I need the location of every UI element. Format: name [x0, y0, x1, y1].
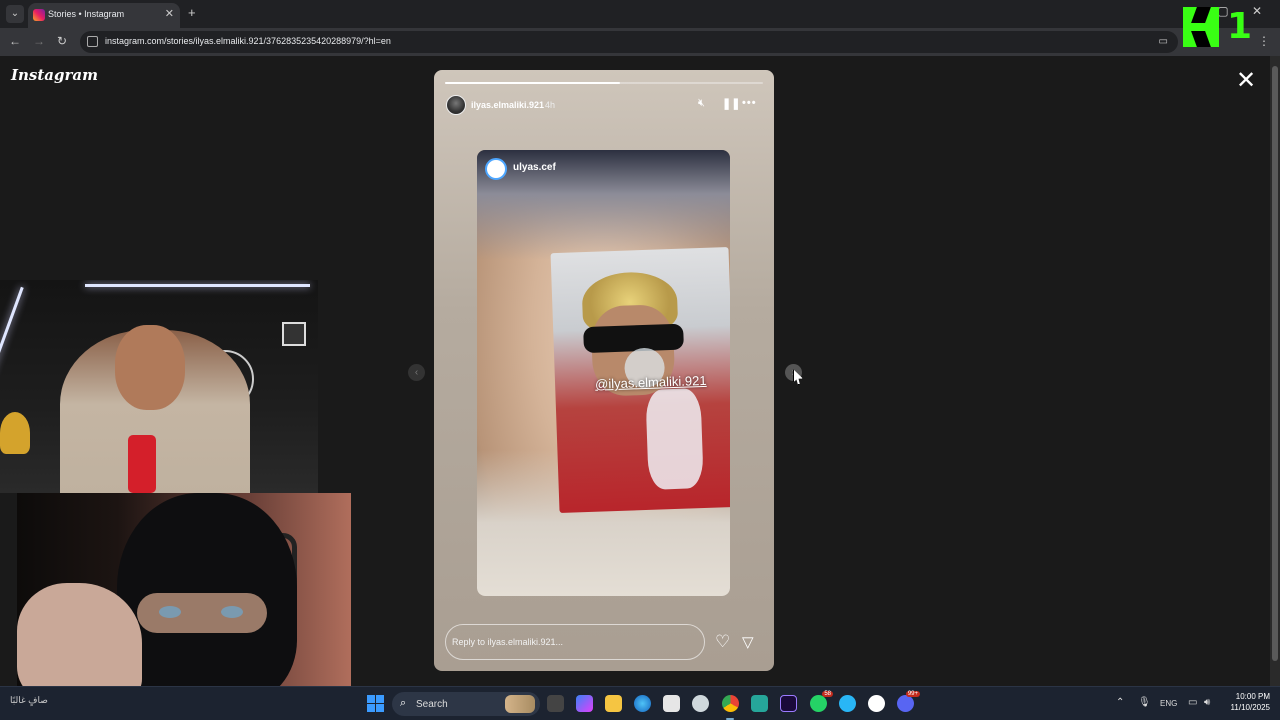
network-icon[interactable]: ▭: [1188, 697, 1197, 708]
streamer-webcam: [0, 280, 318, 493]
guest-webcam: [17, 493, 351, 703]
search-label: Search: [416, 699, 448, 710]
whatsapp-icon[interactable]: 58: [810, 691, 833, 712]
streamer-head: [115, 325, 185, 410]
more-icon[interactable]: •••: [742, 97, 757, 109]
clock-date: 11/10/2025: [1230, 703, 1270, 712]
site-info-icon[interactable]: [87, 36, 98, 47]
search-icon: ⌕: [400, 697, 407, 709]
file-explorer-icon[interactable]: [605, 695, 622, 712]
guest-eyes: [137, 593, 267, 633]
taskbar-search[interactable]: ⌕ Search: [392, 692, 540, 716]
photo-sunglasses: [583, 323, 684, 354]
mute-icon[interactable]: 🔇︎: [698, 97, 705, 110]
new-tab-button[interactable]: +: [188, 5, 196, 20]
microphone-icon[interactable]: 🎙︎: [1138, 697, 1151, 708]
reply-input[interactable]: Reply to ilyas.elmaliki.921...: [445, 624, 705, 660]
page-scrollbar[interactable]: [1270, 56, 1280, 686]
premiere-icon[interactable]: [780, 695, 797, 712]
story-author-avatar[interactable]: [446, 95, 466, 115]
k1-stream-logo: 1: [1183, 6, 1253, 47]
windows-taskbar: صافٍ غالبًا ⌕ Search 58 99+ ⌃ 🎙︎ ENG ▭ 🔊…: [0, 686, 1280, 720]
led-strip: [85, 284, 310, 287]
browser-menu-icon[interactable]: ⋮: [1258, 34, 1270, 48]
windows-start-icon[interactable]: [367, 695, 384, 712]
task-view-icon[interactable]: [547, 695, 564, 712]
right-eye: [221, 606, 243, 618]
reload-icon[interactable]: ↻: [57, 34, 67, 48]
story-card[interactable]: ilyas.elmaliki.921 4h 🔇︎ ❚❚ ••• ulyas.ce…: [434, 70, 774, 671]
photo-oxygen-bag: [645, 388, 704, 490]
browser-toolbar: ← → ↻ instagram.com/stories/ilyas.elmali…: [0, 28, 1280, 56]
close-story-icon[interactable]: ✕: [1236, 69, 1256, 93]
tab-close-icon[interactable]: ✕: [165, 7, 174, 20]
tab-instagram-stories[interactable]: Stories • Instagram ✕: [28, 3, 180, 28]
language-indicator[interactable]: ENG: [1160, 699, 1177, 708]
story-time-ago: 4h: [545, 100, 556, 110]
browser-tab-strip: ⌄ Stories • Instagram ✕ + – ▢ ✕: [0, 0, 1280, 28]
led-strip-vertical: [0, 286, 24, 392]
pause-icon[interactable]: ❚❚: [722, 97, 740, 110]
reposted-account-avatar[interactable]: [485, 158, 507, 180]
music-icon[interactable]: [868, 695, 885, 712]
edge-icon[interactable]: [634, 695, 651, 712]
k1-letter-mark: [1183, 7, 1219, 47]
discord-badge: 99+: [905, 691, 920, 697]
k1-digit: 1: [1227, 6, 1253, 47]
app-icon[interactable]: [692, 695, 709, 712]
reposted-account-username[interactable]: ulyas.cef: [513, 162, 556, 173]
url-text[interactable]: instagram.com/stories/ilyas.elmaliki.921…: [105, 36, 391, 46]
red-microphone: [128, 435, 156, 493]
store-icon[interactable]: [663, 695, 680, 712]
story-progress-fill: [445, 82, 620, 84]
story-author-username[interactable]: ilyas.elmaliki.921: [471, 100, 544, 110]
search-highlight-image: [505, 695, 535, 713]
instagram-logo[interactable]: Instagram: [11, 66, 98, 84]
send-icon[interactable]: ▽: [742, 633, 754, 651]
tray-chevron-up-icon[interactable]: ⌃: [1116, 697, 1124, 708]
chrome-icon[interactable]: [722, 695, 739, 712]
scrollbar-thumb[interactable]: [1272, 66, 1278, 661]
copilot-icon[interactable]: [576, 695, 593, 712]
reply-placeholder: Reply to ilyas.elmaliki.921...: [452, 637, 564, 647]
story-photo-sticker: @ilyas.elmaliki.921: [550, 246, 730, 514]
capcut-icon[interactable]: [751, 695, 768, 712]
previous-story-chevron-icon[interactable]: ‹: [408, 364, 425, 381]
discord-icon[interactable]: 99+: [897, 691, 920, 712]
address-bar[interactable]: instagram.com/stories/ilyas.elmaliki.921…: [80, 31, 1178, 53]
guest-hand: [17, 583, 142, 703]
forward-arrow-icon[interactable]: →: [33, 34, 45, 48]
heart-icon[interactable]: ♡: [715, 632, 730, 652]
volume-icon[interactable]: 🔊︎: [1204, 697, 1210, 708]
story-progress-bar: [445, 82, 763, 84]
taskbar-clock[interactable]: 10:00 PM 11/10/2025: [1226, 692, 1270, 712]
reposted-story-frame: ulyas.cef @ilyas.elmaliki.921: [477, 150, 730, 596]
instagram-favicon-icon: [33, 9, 45, 21]
back-arrow-icon[interactable]: ←: [9, 34, 21, 48]
tab-title: Stories • Instagram: [48, 9, 125, 19]
weather-widget[interactable]: صافٍ غالبًا: [10, 695, 48, 706]
cast-icon[interactable]: ▭: [1159, 36, 1168, 47]
mention-sticker[interactable]: @ilyas.elmaliki.921: [595, 373, 707, 392]
browser-app-icon[interactable]: [839, 695, 856, 712]
golden-trophy: [0, 412, 30, 454]
whatsapp-badge: 58: [822, 691, 833, 697]
left-eye: [159, 606, 181, 618]
clock-time: 10:00 PM: [1235, 692, 1270, 701]
wall-frame: [282, 322, 306, 346]
tab-search-button[interactable]: ⌄: [6, 5, 24, 23]
screen: ⌄ Stories • Instagram ✕ + – ▢ ✕ ← → ↻ in…: [0, 0, 1280, 720]
